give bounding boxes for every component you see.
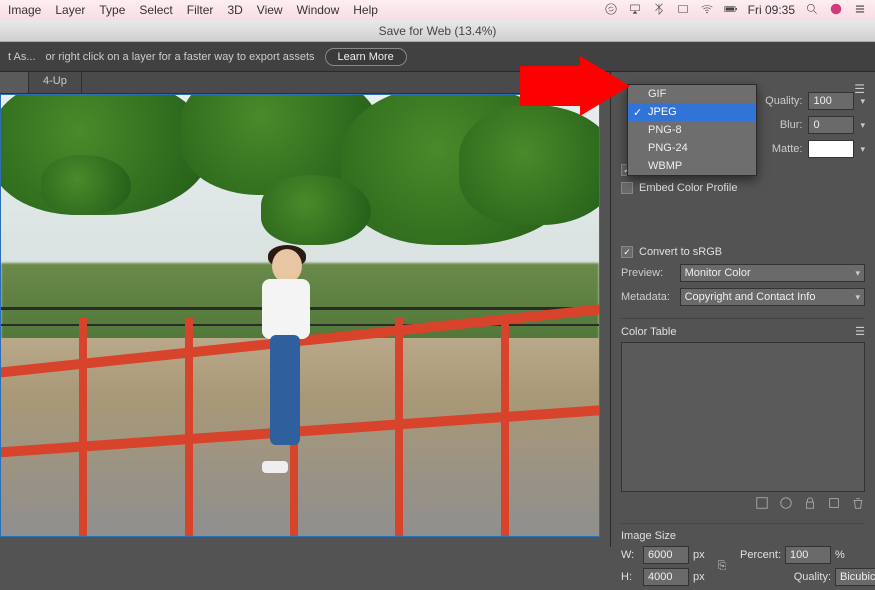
menu-window[interactable]: Window (297, 3, 340, 17)
tip-text: or right click on a layer for a faster w… (46, 51, 315, 63)
format-dropdown[interactable]: GIF JPEG PNG-8 PNG-24 WBMP (627, 84, 757, 176)
menu-layer[interactable]: Layer (55, 3, 85, 17)
color-table[interactable] (621, 342, 865, 492)
battery-icon[interactable] (724, 2, 738, 19)
blur-input[interactable]: 0 (808, 116, 854, 134)
format-option-gif[interactable]: GIF (628, 85, 756, 103)
width-input[interactable]: 6000 (643, 546, 689, 564)
preview-tabs: 4-Up (0, 72, 610, 94)
menu-view[interactable]: View (257, 3, 283, 17)
lock-color-icon[interactable] (803, 496, 817, 513)
menu-3d[interactable]: 3D (227, 3, 242, 17)
learn-more-button[interactable]: Learn More (325, 48, 407, 66)
app-menu-items: Image Layer Type Select Filter 3D View W… (8, 3, 378, 17)
preview-select[interactable]: Monitor Color▾ (680, 264, 865, 282)
new-color-icon[interactable] (827, 496, 841, 513)
format-option-jpeg[interactable]: JPEG (628, 103, 756, 121)
format-option-wbmp[interactable]: WBMP (628, 157, 756, 175)
height-input[interactable]: 4000 (643, 568, 689, 586)
tip-text-truncated: t As... (8, 51, 36, 63)
menu-filter[interactable]: Filter (187, 3, 214, 17)
dialog-title: Save for Web (13.4%) (379, 24, 497, 38)
annotation-arrow-icon (520, 56, 630, 119)
chevron-down-icon[interactable]: ▾ (860, 144, 865, 155)
menu-select[interactable]: Select (139, 3, 172, 17)
metadata-label: Metadata: (621, 291, 674, 303)
convert-srgb-checkbox[interactable] (621, 246, 633, 258)
menubar-clock[interactable]: Fri 09:35 (748, 3, 795, 17)
percent-sign: % (835, 549, 849, 561)
panel-menu-icon[interactable]: ☰ (854, 82, 865, 96)
link-dimensions-icon[interactable]: ⎘ (717, 560, 727, 573)
image-preview[interactable] (0, 94, 600, 537)
dialog-titlebar: Save for Web (13.4%) (0, 20, 875, 42)
convert-srgb-label: Convert to sRGB (639, 246, 722, 258)
tip-bar: t As... or right click on a layer for a … (0, 42, 875, 72)
wifi-icon[interactable] (700, 2, 714, 19)
menu-image[interactable]: Image (8, 3, 41, 17)
menu-type[interactable]: Type (99, 3, 125, 17)
quality-input[interactable]: 100 (808, 92, 854, 110)
resample-quality-label: Quality: (785, 571, 831, 583)
matte-swatch[interactable] (808, 140, 854, 158)
bluetooth-icon[interactable] (652, 2, 666, 19)
trash-icon[interactable] (851, 496, 865, 513)
height-label: H: (621, 571, 639, 583)
format-option-png8[interactable]: PNG-8 (628, 121, 756, 139)
airplay-icon[interactable] (628, 2, 642, 19)
resample-quality-select[interactable]: Bicubic (835, 568, 875, 586)
map-to-transparent-icon[interactable] (779, 496, 793, 513)
px-label: px (693, 571, 713, 583)
metadata-select[interactable]: Copyright and Contact Info▾ (680, 288, 865, 306)
tab-4up[interactable]: 4-Up (29, 72, 82, 93)
percent-label: Percent: (731, 549, 781, 561)
mac-menubar: Image Layer Type Select Filter 3D View W… (0, 0, 875, 20)
color-picker-icon[interactable] (755, 496, 769, 513)
menubar-status-area: Fri 09:35 (604, 2, 867, 19)
format-option-png24[interactable]: PNG-24 (628, 139, 756, 157)
siri-icon[interactable] (829, 2, 843, 19)
chevron-down-icon[interactable]: ▾ (860, 120, 865, 131)
percent-input[interactable]: 100 (785, 546, 831, 564)
notification-center-icon[interactable] (853, 2, 867, 19)
keyboard-input-icon[interactable] (676, 2, 690, 19)
width-label: W: (621, 549, 639, 561)
px-label: px (693, 549, 713, 561)
chevron-down-icon[interactable]: ▾ (860, 96, 865, 107)
embed-profile-checkbox[interactable] (621, 182, 633, 194)
preview-label: Preview: (621, 267, 674, 279)
cc-sync-icon[interactable] (604, 2, 618, 19)
menu-help[interactable]: Help (353, 3, 378, 17)
settings-panel: ☰ GIF JPEG PNG-8 PNG-24 WBMP Quality: 10… (610, 72, 875, 547)
embed-profile-label: Embed Color Profile (639, 182, 737, 194)
color-table-label: Color Table (621, 326, 676, 338)
panel-menu-icon[interactable]: ☰ (855, 325, 865, 338)
spotlight-icon[interactable] (805, 2, 819, 19)
tab-original[interactable] (0, 72, 29, 93)
image-size-heading: Image Size (621, 530, 676, 542)
